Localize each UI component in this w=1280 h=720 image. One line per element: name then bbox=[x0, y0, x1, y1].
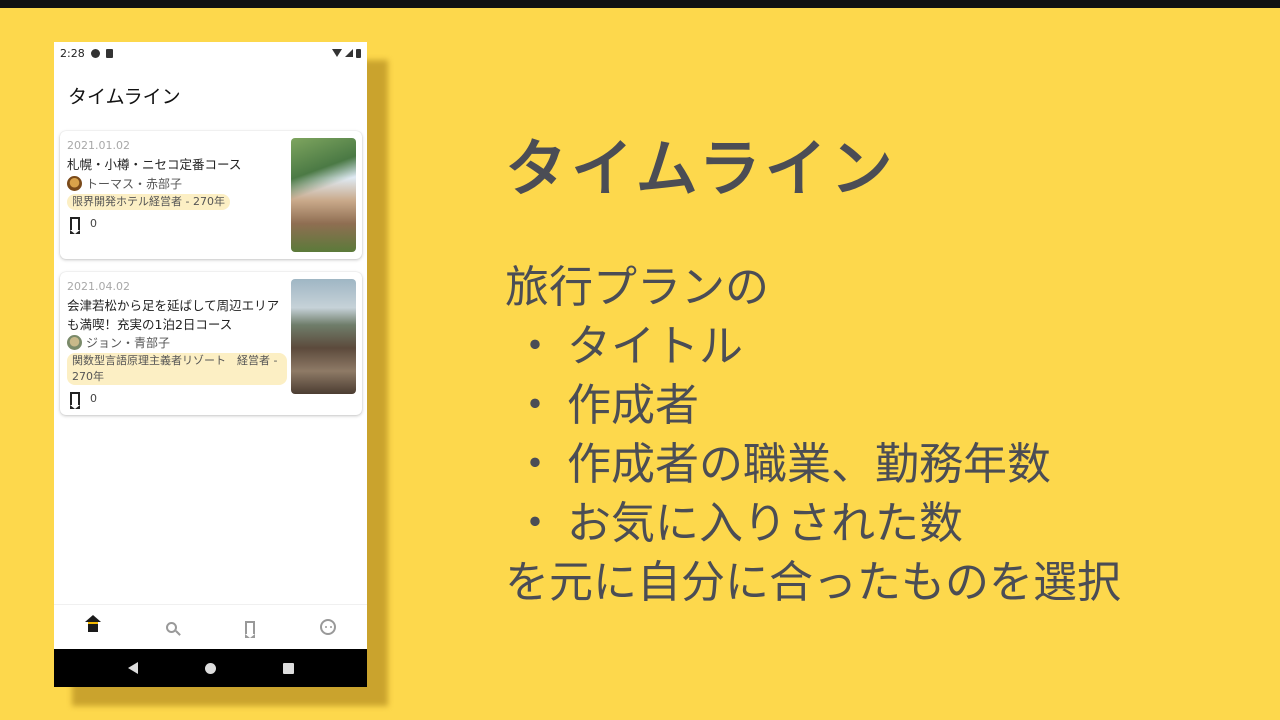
card-title: 札幌・小樽・ニセコ定番コース bbox=[67, 157, 242, 172]
author-row[interactable]: ジョン・青部子 bbox=[67, 334, 170, 351]
nav-profile[interactable] bbox=[308, 607, 348, 647]
favorite-count: 0 bbox=[90, 217, 97, 230]
system-nav-bar bbox=[54, 649, 367, 687]
phone-screen: 2:28 タイムライン 2021.01.02 札幌・小樽・ニセコ定番コース トー… bbox=[54, 42, 367, 687]
bookmark-icon bbox=[244, 620, 255, 638]
bullet-text: 作成者 bbox=[567, 380, 699, 431]
card-title: 会津若松から足を延ばして周辺エリアも満喫！充実の1泊2日コース bbox=[67, 298, 280, 332]
nav-search[interactable] bbox=[151, 607, 191, 647]
status-time: 2:28 bbox=[60, 46, 85, 60]
card-date: 2021.01.02 bbox=[67, 139, 130, 152]
bullet-item: ・ 作成者 bbox=[505, 376, 1121, 435]
job-tag: 関数型言語原理主義者リゾート 経営者 - 270年 bbox=[67, 353, 287, 385]
slide-outro: を元に自分に合ったものを選択 bbox=[505, 557, 1121, 608]
bullet-text: タイトル bbox=[567, 321, 743, 372]
avatar bbox=[67, 335, 82, 350]
bullet-mark: ・ bbox=[513, 380, 557, 431]
battery-icon bbox=[356, 48, 361, 58]
slide-title: タイムライン bbox=[505, 132, 897, 205]
timeline-card[interactable]: 2021.04.02 会津若松から足を延ばして周辺エリアも満喫！充実の1泊2日コ… bbox=[60, 272, 362, 415]
sd-card-icon bbox=[105, 48, 113, 58]
bullet-text: お気に入りされた数 bbox=[567, 498, 963, 549]
favorite-row[interactable]: 0 bbox=[70, 217, 97, 234]
job-tag: 限界開発ホテル経営者 - 270年 bbox=[67, 194, 230, 210]
sync-icon bbox=[90, 48, 100, 58]
timeline-card[interactable]: 2021.01.02 札幌・小樽・ニセコ定番コース トーマス・赤部子 限界開発ホ… bbox=[60, 131, 362, 259]
author-name: ジョン・青部子 bbox=[86, 336, 171, 350]
bullet-item: ・ 作成者の職業、勤務年数 bbox=[505, 435, 1121, 494]
bullet-item: ・ タイトル bbox=[505, 317, 1121, 376]
home-icon bbox=[85, 615, 102, 633]
search-icon bbox=[165, 621, 177, 633]
bottom-nav bbox=[54, 604, 367, 649]
bullet-mark: ・ bbox=[513, 498, 557, 549]
card-thumbnail bbox=[291, 138, 356, 252]
top-strip bbox=[0, 0, 1280, 8]
card-date: 2021.04.02 bbox=[67, 280, 130, 293]
bullet-text: 作成者の職業、勤務年数 bbox=[567, 439, 1051, 490]
bullet-mark: ・ bbox=[513, 321, 557, 372]
signal-icon bbox=[345, 49, 353, 57]
bullet-item: ・ お気に入りされた数 bbox=[505, 494, 1121, 553]
wifi-icon bbox=[332, 49, 342, 57]
card-thumbnail bbox=[291, 279, 356, 394]
home-button-icon[interactable] bbox=[204, 662, 216, 674]
back-icon[interactable] bbox=[127, 662, 138, 674]
author-row[interactable]: トーマス・赤部子 bbox=[67, 175, 182, 192]
author-name: トーマス・赤部子 bbox=[86, 177, 183, 191]
slide-body: 旅行プランの ・ タイトル ・ 作成者 ・ 作成者の職業、勤務年数 ・ お気に入… bbox=[505, 258, 1121, 612]
face-icon bbox=[319, 619, 336, 635]
bookmark-icon[interactable] bbox=[70, 217, 80, 234]
bullet-mark: ・ bbox=[513, 439, 557, 490]
favorite-count: 0 bbox=[90, 392, 97, 405]
favorite-row[interactable]: 0 bbox=[70, 392, 97, 409]
nav-bookmarks[interactable] bbox=[230, 607, 270, 647]
slide-intro: 旅行プランの bbox=[505, 262, 769, 313]
status-bar: 2:28 bbox=[54, 42, 367, 64]
avatar bbox=[67, 176, 82, 191]
bookmark-icon[interactable] bbox=[70, 392, 80, 409]
recent-apps-icon[interactable] bbox=[282, 662, 294, 674]
nav-home[interactable] bbox=[73, 607, 113, 647]
